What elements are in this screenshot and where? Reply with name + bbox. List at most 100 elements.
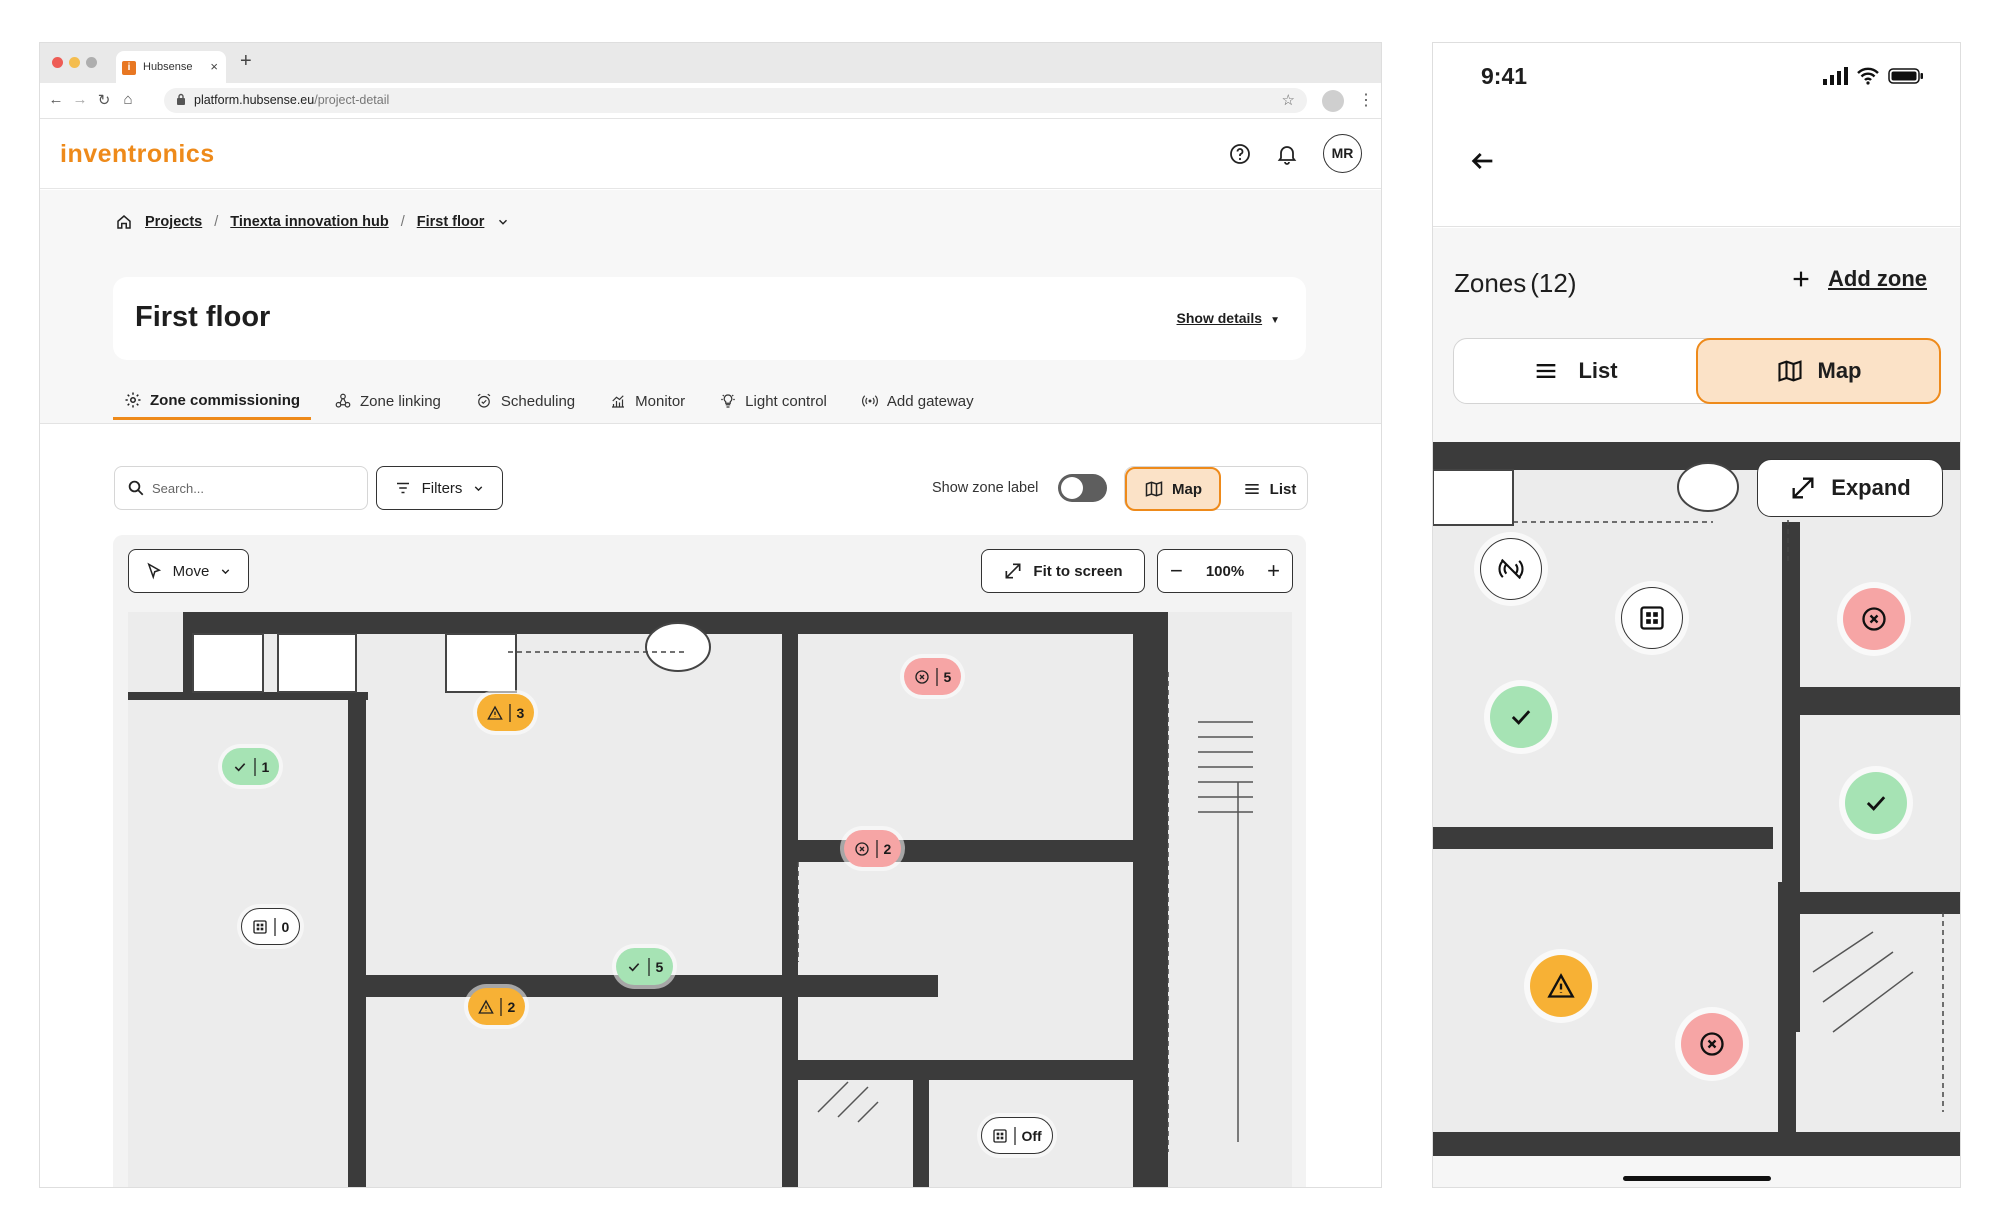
signal-bars-icon: [1823, 67, 1848, 85]
zone-pill-warning[interactable]: 2: [468, 988, 526, 1025]
close-window-dot[interactable]: [52, 57, 63, 68]
mobile-floor-plan[interactable]: Expand: [1433, 442, 1960, 1156]
broadcast-icon: [861, 395, 878, 407]
search-input[interactable]: Search...: [114, 466, 368, 510]
hubsense-favicon-icon: i: [122, 61, 136, 75]
forward-arrow-icon[interactable]: →: [72, 91, 88, 108]
zone-marker-gateway[interactable]: [1621, 587, 1683, 649]
chevron-down-icon: [475, 485, 483, 491]
checkmark-icon: [1866, 796, 1886, 811]
app-header: inventronics MR: [40, 119, 1381, 189]
expand-arrows-icon: [1792, 477, 1814, 499]
minimize-window-dot[interactable]: [69, 57, 80, 68]
warning-triangle-icon: [1547, 973, 1575, 998]
browser-menu-icon[interactable]: ⋮: [1358, 90, 1374, 110]
search-icon: [128, 480, 144, 496]
battery-icon: [1888, 68, 1923, 84]
maximize-window-dot[interactable]: [86, 57, 97, 68]
list-view-button[interactable]: List: [1229, 467, 1309, 511]
tab-zone-linking[interactable]: Zone linking: [323, 386, 452, 416]
project-content: Projects / Tinexta innovation hub / Firs…: [40, 190, 1381, 1187]
add-zone-button[interactable]: Add zone: [1790, 266, 1927, 292]
breadcrumb-separator: /: [214, 214, 219, 230]
map-icon: [1145, 481, 1163, 497]
bulb-icon: [721, 394, 735, 408]
mobile-screen: 9:41 Zones (12) Add zone List Map Expand: [1432, 42, 1961, 1188]
warning-triangle-icon: [478, 999, 494, 1014]
help-icon[interactable]: [1228, 142, 1252, 166]
browser-toolbar: ← → ↻ ⌂ platform.hubsense.eu/project-det…: [40, 83, 1381, 119]
zone-marker-ok[interactable]: [1845, 772, 1907, 834]
map-view-button[interactable]: Map: [1125, 467, 1221, 511]
chart-icon: [612, 395, 625, 408]
back-arrow-icon[interactable]: ←: [48, 91, 64, 108]
zoom-out-icon[interactable]: −: [1170, 558, 1183, 584]
zone-pill-ok[interactable]: 5: [616, 948, 674, 985]
tab-add-gateway[interactable]: Add gateway: [850, 386, 985, 416]
no-signal-icon: [1498, 558, 1524, 580]
mobile-map-view-button[interactable]: Map: [1696, 338, 1941, 404]
new-tab-icon[interactable]: +: [240, 50, 252, 73]
browser-window: i Hubsense × + ← → ↻ ⌂ platform.hubsense…: [39, 42, 1382, 1188]
zone-marker-error[interactable]: [1843, 588, 1905, 650]
link-nodes-icon: [335, 393, 351, 408]
zone-pill-ok[interactable]: 1: [222, 748, 280, 785]
breadcrumb-project[interactable]: Tinexta innovation hub: [230, 214, 388, 230]
tab-zone-commissioning[interactable]: Zone commissioning: [113, 386, 312, 420]
move-tool-button[interactable]: Move: [128, 549, 249, 593]
status-time: 9:41: [1481, 63, 1528, 89]
zone-pill-gateway[interactable]: 0: [241, 908, 301, 945]
inventronics-logo[interactable]: inventronics: [60, 140, 215, 169]
tab-title: Hubsense: [143, 61, 193, 73]
zone-pill-error[interactable]: 5: [904, 658, 962, 695]
zone-marker-warning[interactable]: [1530, 955, 1592, 1017]
breadcrumb-projects[interactable]: Projects: [145, 214, 202, 230]
lock-icon: [177, 93, 185, 105]
show-zone-label-toggle[interactable]: [1058, 474, 1107, 502]
breadcrumb-separator: /: [400, 214, 405, 230]
map-icon: [1777, 360, 1802, 382]
error-x-icon: [855, 841, 869, 856]
warning-triangle-icon: [487, 705, 503, 720]
browser-tab[interactable]: i Hubsense ×: [116, 51, 226, 83]
bell-icon[interactable]: [1275, 142, 1299, 166]
floor-plan[interactable]: 5 3 1 2 0 5 2 Off: [128, 612, 1292, 1187]
zone-marker-no-signal[interactable]: [1480, 538, 1542, 600]
back-arrow-icon[interactable]: [1469, 147, 1497, 175]
chevron-down-icon[interactable]: [496, 215, 510, 229]
tab-monitor[interactable]: Monitor: [598, 386, 696, 416]
show-details-button[interactable]: Show details ▼: [1177, 310, 1280, 326]
url-text: platform.hubsense.eu/project-detail: [194, 93, 390, 107]
map-workspace: Search... Filters Show zone label Map Li…: [40, 424, 1381, 1187]
filters-button[interactable]: Filters: [376, 466, 503, 510]
expand-button[interactable]: Expand: [1757, 459, 1943, 517]
mobile-zones-panel: Zones (12) Add zone List Map Expand: [1433, 228, 1960, 1187]
reload-icon[interactable]: ↻: [96, 91, 112, 109]
address-bar[interactable]: platform.hubsense.eu/project-detail ☆: [164, 88, 1307, 113]
zone-pill-gateway-off[interactable]: Off: [981, 1117, 1053, 1154]
fit-to-screen-button[interactable]: Fit to screen: [981, 549, 1145, 593]
user-avatar[interactable]: MR: [1323, 134, 1362, 173]
home-indicator: [1623, 1176, 1771, 1181]
home-icon[interactable]: ⌂: [120, 91, 136, 108]
tab-light-control[interactable]: Light control: [708, 386, 838, 416]
checkmark-icon: [1511, 710, 1531, 725]
browser-profile-avatar[interactable]: [1322, 90, 1344, 112]
tab-close-icon[interactable]: ×: [210, 59, 218, 74]
zone-marker-error[interactable]: [1681, 1013, 1743, 1075]
tab-scheduling[interactable]: Scheduling: [464, 386, 586, 416]
breadcrumb-floor[interactable]: First floor: [417, 214, 485, 230]
cursor-icon: [147, 562, 161, 580]
gateway-grid-icon: [253, 919, 267, 934]
mobile-list-view-button[interactable]: List: [1454, 339, 1696, 403]
home-icon[interactable]: [115, 213, 133, 231]
error-x-icon: [1700, 1032, 1724, 1056]
toggle-knob: [1061, 477, 1083, 499]
zone-pill-error[interactable]: 2: [844, 830, 902, 867]
checkmark-icon: [628, 962, 640, 971]
zone-marker-ok[interactable]: [1490, 686, 1552, 748]
bookmark-star-icon[interactable]: ☆: [1282, 91, 1295, 109]
floor-plan-drawing: [128, 612, 1292, 1187]
zoom-in-icon[interactable]: +: [1267, 558, 1280, 584]
zone-pill-warning[interactable]: 3: [477, 694, 535, 731]
